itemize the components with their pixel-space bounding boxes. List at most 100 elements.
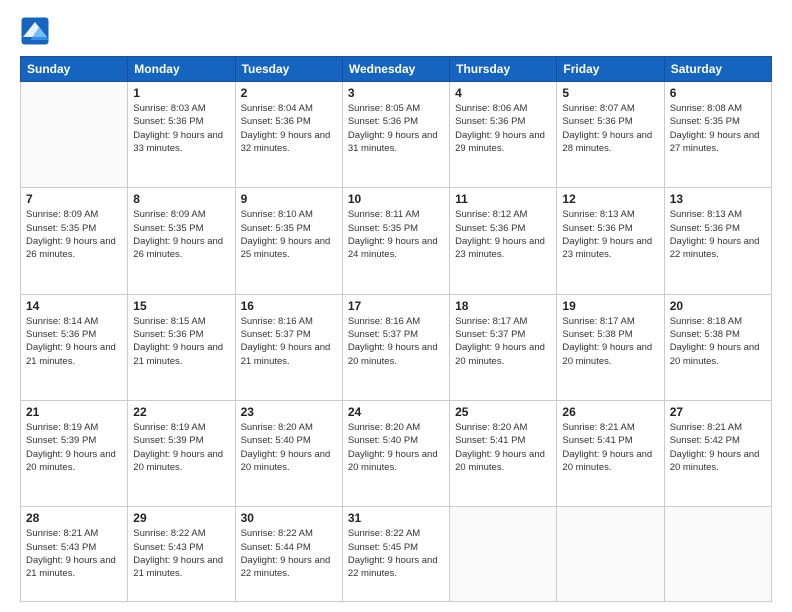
day-number: 7 <box>26 192 122 206</box>
day-info: Sunrise: 8:19 AMSunset: 5:39 PMDaylight:… <box>26 421 122 474</box>
day-number: 18 <box>455 299 551 313</box>
day-info: Sunrise: 8:20 AMSunset: 5:40 PMDaylight:… <box>348 421 444 474</box>
day-info: Sunrise: 8:19 AMSunset: 5:39 PMDaylight:… <box>133 421 229 474</box>
day-number: 10 <box>348 192 444 206</box>
calendar-week-row: 1 Sunrise: 8:03 AMSunset: 5:36 PMDaylight… <box>21 82 772 188</box>
day-info: Sunrise: 8:20 AMSunset: 5:41 PMDaylight:… <box>455 421 551 474</box>
calendar-cell: 27 Sunrise: 8:21 AMSunset: 5:42 PMDayligh… <box>664 401 771 507</box>
weekday-header: Sunday <box>21 57 128 82</box>
calendar-cell: 16 Sunrise: 8:16 AMSunset: 5:37 PMDayligh… <box>235 294 342 400</box>
day-number: 27 <box>670 405 766 419</box>
calendar-cell: 26 Sunrise: 8:21 AMSunset: 5:41 PMDayligh… <box>557 401 664 507</box>
calendar-cell: 25 Sunrise: 8:20 AMSunset: 5:41 PMDayligh… <box>450 401 557 507</box>
day-number: 19 <box>562 299 658 313</box>
day-number: 24 <box>348 405 444 419</box>
day-info: Sunrise: 8:18 AMSunset: 5:38 PMDaylight:… <box>670 315 766 368</box>
calendar-cell: 8Sunrise: 8:09 AMSunset: 5:35 PMDaylight… <box>128 188 235 294</box>
logo-icon <box>20 16 50 46</box>
calendar-cell: 9 Sunrise: 8:10 AMSunset: 5:35 PMDaylight… <box>235 188 342 294</box>
day-number: 4 <box>455 86 551 100</box>
day-number: 5 <box>562 86 658 100</box>
calendar-cell: 28 Sunrise: 8:21 AMSunset: 5:43 PMDayligh… <box>21 507 128 602</box>
day-number: 11 <box>455 192 551 206</box>
calendar-cell: 18Sunrise: 8:17 AMSunset: 5:37 PMDayligh… <box>450 294 557 400</box>
calendar-cell: 22 Sunrise: 8:19 AMSunset: 5:39 PMDayligh… <box>128 401 235 507</box>
day-info: Sunrise: 8:21 AMSunset: 5:41 PMDaylight:… <box>562 421 658 474</box>
day-info: Sunrise: 8:16 AMSunset: 5:37 PMDaylight:… <box>241 315 337 368</box>
day-info: Sunrise: 8:07 AMSunset: 5:36 PMDaylight:… <box>562 102 658 155</box>
calendar-cell: 2Sunrise: 8:04 AMSunset: 5:36 PMDaylight… <box>235 82 342 188</box>
calendar-cell: 10 Sunrise: 8:11 AMSunset: 5:35 PMDayligh… <box>342 188 449 294</box>
calendar-cell: 17 Sunrise: 8:16 AMSunset: 5:37 PMDayligh… <box>342 294 449 400</box>
page-header <box>20 16 772 46</box>
day-info: Sunrise: 8:22 AMSunset: 5:44 PMDaylight:… <box>241 527 337 580</box>
day-number: 3 <box>348 86 444 100</box>
day-number: 28 <box>26 511 122 525</box>
day-info: Sunrise: 8:13 AMSunset: 5:36 PMDaylight:… <box>670 208 766 261</box>
day-number: 31 <box>348 511 444 525</box>
day-number: 21 <box>26 405 122 419</box>
day-info: Sunrise: 8:11 AMSunset: 5:35 PMDaylight:… <box>348 208 444 261</box>
day-info: Sunrise: 8:15 AMSunset: 5:36 PMDaylight:… <box>133 315 229 368</box>
day-number: 14 <box>26 299 122 313</box>
day-number: 1 <box>133 86 229 100</box>
calendar-cell <box>557 507 664 602</box>
calendar-cell: 30 Sunrise: 8:22 AMSunset: 5:44 PMDayligh… <box>235 507 342 602</box>
day-info: Sunrise: 8:17 AMSunset: 5:38 PMDaylight:… <box>562 315 658 368</box>
calendar-cell: 20 Sunrise: 8:18 AMSunset: 5:38 PMDayligh… <box>664 294 771 400</box>
day-number: 16 <box>241 299 337 313</box>
calendar-week-row: 21 Sunrise: 8:19 AMSunset: 5:39 PMDayligh… <box>21 401 772 507</box>
day-number: 9 <box>241 192 337 206</box>
day-number: 6 <box>670 86 766 100</box>
day-info: Sunrise: 8:05 AMSunset: 5:36 PMDaylight:… <box>348 102 444 155</box>
weekday-header-row: SundayMondayTuesdayWednesdayThursdayFrid… <box>21 57 772 82</box>
weekday-header: Thursday <box>450 57 557 82</box>
day-number: 22 <box>133 405 229 419</box>
day-number: 25 <box>455 405 551 419</box>
day-number: 30 <box>241 511 337 525</box>
weekday-header: Tuesday <box>235 57 342 82</box>
day-number: 12 <box>562 192 658 206</box>
calendar-cell: 6 Sunrise: 8:08 AMSunset: 5:35 PMDaylight… <box>664 82 771 188</box>
weekday-header: Wednesday <box>342 57 449 82</box>
weekday-header: Friday <box>557 57 664 82</box>
day-info: Sunrise: 8:21 AMSunset: 5:42 PMDaylight:… <box>670 421 766 474</box>
calendar-cell: 14Sunrise: 8:14 AMSunset: 5:36 PMDayligh… <box>21 294 128 400</box>
day-info: Sunrise: 8:12 AMSunset: 5:36 PMDaylight:… <box>455 208 551 261</box>
day-info: Sunrise: 8:06 AMSunset: 5:36 PMDaylight:… <box>455 102 551 155</box>
day-info: Sunrise: 8:22 AMSunset: 5:43 PMDaylight:… <box>133 527 229 580</box>
calendar-cell: 31 Sunrise: 8:22 AMSunset: 5:45 PMDayligh… <box>342 507 449 602</box>
day-info: Sunrise: 8:10 AMSunset: 5:35 PMDaylight:… <box>241 208 337 261</box>
day-info: Sunrise: 8:16 AMSunset: 5:37 PMDaylight:… <box>348 315 444 368</box>
weekday-header: Monday <box>128 57 235 82</box>
day-number: 26 <box>562 405 658 419</box>
day-number: 29 <box>133 511 229 525</box>
calendar-week-row: 14Sunrise: 8:14 AMSunset: 5:36 PMDayligh… <box>21 294 772 400</box>
calendar-table: SundayMondayTuesdayWednesdayThursdayFrid… <box>20 56 772 602</box>
day-number: 15 <box>133 299 229 313</box>
calendar-cell: 12Sunrise: 8:13 AMSunset: 5:36 PMDayligh… <box>557 188 664 294</box>
day-number: 8 <box>133 192 229 206</box>
calendar-cell: 19 Sunrise: 8:17 AMSunset: 5:38 PMDayligh… <box>557 294 664 400</box>
logo <box>20 16 54 46</box>
day-number: 13 <box>670 192 766 206</box>
calendar-cell: 3 Sunrise: 8:05 AMSunset: 5:36 PMDaylight… <box>342 82 449 188</box>
day-info: Sunrise: 8:21 AMSunset: 5:43 PMDaylight:… <box>26 527 122 580</box>
calendar-cell: 4 Sunrise: 8:06 AMSunset: 5:36 PMDaylight… <box>450 82 557 188</box>
day-number: 23 <box>241 405 337 419</box>
day-info: Sunrise: 8:04 AMSunset: 5:36 PMDaylight:… <box>241 102 337 155</box>
day-info: Sunrise: 8:22 AMSunset: 5:45 PMDaylight:… <box>348 527 444 580</box>
weekday-header: Saturday <box>664 57 771 82</box>
day-info: Sunrise: 8:03 AMSunset: 5:36 PMDaylight:… <box>133 102 229 155</box>
day-info: Sunrise: 8:08 AMSunset: 5:35 PMDaylight:… <box>670 102 766 155</box>
day-info: Sunrise: 8:20 AMSunset: 5:40 PMDaylight:… <box>241 421 337 474</box>
day-number: 20 <box>670 299 766 313</box>
day-info: Sunrise: 8:09 AMSunset: 5:35 PMDaylight:… <box>26 208 122 261</box>
day-number: 17 <box>348 299 444 313</box>
calendar-week-row: 28 Sunrise: 8:21 AMSunset: 5:43 PMDayligh… <box>21 507 772 602</box>
calendar-cell: 29 Sunrise: 8:22 AMSunset: 5:43 PMDayligh… <box>128 507 235 602</box>
calendar-cell: 13 Sunrise: 8:13 AMSunset: 5:36 PMDayligh… <box>664 188 771 294</box>
calendar-cell: 21 Sunrise: 8:19 AMSunset: 5:39 PMDayligh… <box>21 401 128 507</box>
calendar-cell <box>450 507 557 602</box>
calendar-cell: 23 Sunrise: 8:20 AMSunset: 5:40 PMDayligh… <box>235 401 342 507</box>
